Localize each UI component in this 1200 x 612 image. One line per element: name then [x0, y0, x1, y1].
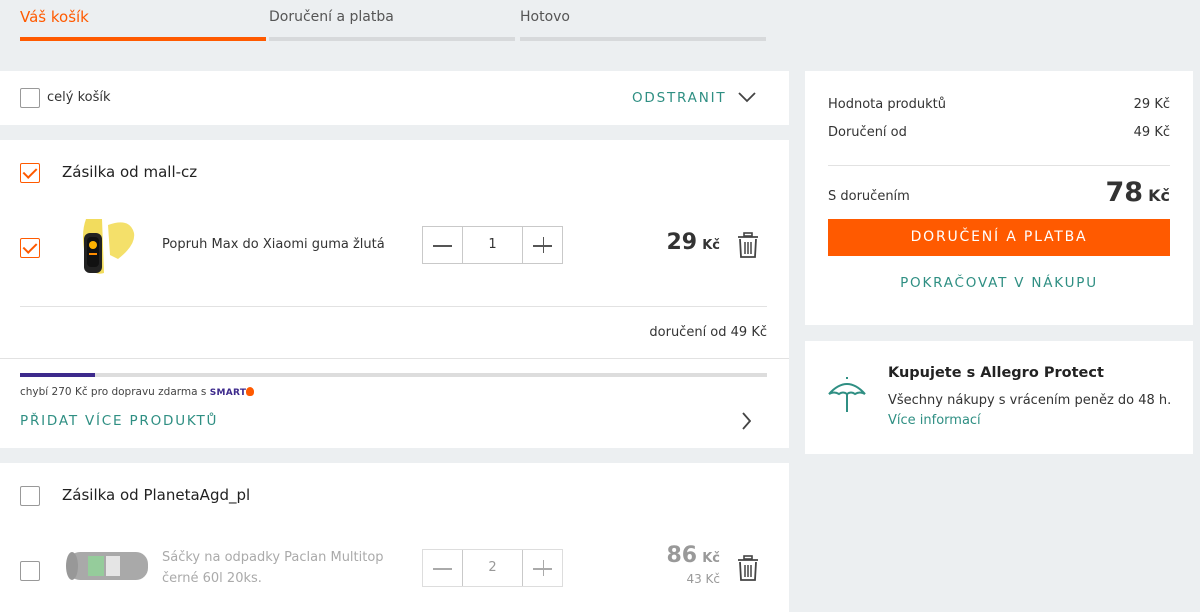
quantity-stepper: 2	[422, 549, 563, 587]
checkout-steps: Váš košík Doručení a platba Hotovo	[20, 0, 767, 41]
shipment-title: Zásilka od PlanetaAgd_pl	[62, 486, 251, 504]
quantity-value[interactable]: 2	[463, 550, 522, 586]
divider	[0, 358, 789, 359]
step-cart-bar	[20, 37, 266, 41]
checkout-button[interactable]: DORUČENÍ A PLATBA	[828, 219, 1170, 256]
item-checkbox[interactable]	[20, 238, 40, 258]
product-image-band[interactable]	[78, 215, 136, 279]
item-price: 86 Kč	[640, 543, 721, 568]
item-price-currency: Kč	[702, 551, 720, 566]
protect-title: Kupujete s Allegro Protect	[888, 365, 1104, 381]
item-price-value: 86	[666, 543, 698, 568]
continue-shopping-link[interactable]: POKRAČOVAT V NÁKUPU	[805, 275, 1193, 291]
total-price: 78 Kč	[1105, 177, 1170, 208]
remove-button[interactable]: ODSTRANIT	[632, 90, 726, 106]
allegro-protect-box: Kupujete s Allegro Protect Všechny nákup…	[805, 341, 1193, 454]
increase-quantity-button[interactable]	[522, 550, 562, 586]
divider	[20, 306, 767, 307]
umbrella-icon	[828, 377, 866, 412]
step-done-bar	[520, 37, 766, 41]
protect-text: Všechny nákupy s vrácením peněz do 48 h.	[888, 393, 1172, 408]
item-unit-price: 43 Kč	[686, 572, 720, 586]
shipment-planetaagd: Zásilka od PlanetaAgd_pl Sáčky na odpadk…	[0, 463, 789, 612]
shipment-checkbox[interactable]	[20, 163, 40, 183]
quantity-value[interactable]: 1	[463, 227, 522, 263]
chevron-right-icon[interactable]	[741, 412, 751, 430]
total-label: S doručením	[828, 189, 910, 204]
trash-icon[interactable]	[737, 555, 759, 581]
item-name-line1[interactable]: Sáčky na odpadky Paclan Multitop	[162, 550, 384, 565]
step-cart[interactable]: Váš košík	[20, 0, 266, 41]
item-name[interactable]: Popruh Max do Xiaomi guma žlutá	[162, 237, 385, 252]
trash-icon[interactable]	[737, 232, 759, 258]
item-price-value: 29	[666, 230, 698, 255]
increase-quantity-button[interactable]	[522, 227, 562, 263]
delivery-price: doručení od 49 Kč	[649, 325, 767, 340]
smart-logo-icon	[246, 387, 255, 396]
cart-toolbar: celý košík ODSTRANIT	[0, 71, 789, 125]
shipment-title: Zásilka od mall-cz	[62, 163, 198, 181]
more-info-link[interactable]: Více informací	[888, 413, 981, 428]
step-delivery-label: Doručení a platba	[269, 9, 394, 25]
shipment-checkbox[interactable]	[20, 486, 40, 506]
item-price-currency: Kč	[702, 238, 720, 253]
step-delivery[interactable]: Doručení a platba	[269, 0, 515, 41]
add-more-products-link[interactable]: PŘIDAT VÍCE PRODUKTŮ	[20, 413, 218, 429]
select-all-label: celý košík	[47, 90, 111, 105]
delivery-from-value: 49 Kč	[1133, 125, 1170, 140]
step-delivery-bar	[269, 37, 515, 41]
step-cart-label: Váš košík	[20, 8, 89, 26]
item-price: 29 Kč	[640, 230, 721, 255]
chevron-down-icon[interactable]	[738, 91, 756, 103]
shipment-mall-cz: Zásilka od mall-cz Popruh Max do Xiaomi …	[0, 140, 789, 448]
free-shipping-progress-track	[20, 373, 767, 377]
free-shipping-progress-fill	[20, 373, 95, 377]
order-summary: Hodnota produktů 29 Kč Doručení od 49 Kč…	[805, 71, 1193, 325]
decrease-quantity-button[interactable]	[423, 227, 463, 263]
total-price-value: 78	[1105, 177, 1144, 208]
free-shipping-note: chybí 270 Kč pro dopravu zdarma s SMART	[20, 386, 255, 398]
step-done: Hotovo	[520, 0, 766, 41]
step-done-label: Hotovo	[520, 9, 570, 25]
smart-logo: SMART	[209, 388, 247, 398]
total-price-currency: Kč	[1148, 186, 1170, 205]
divider	[828, 165, 1170, 166]
select-all-checkbox[interactable]	[20, 88, 40, 108]
quantity-stepper: 1	[422, 226, 563, 264]
delivery-from-label: Doručení od	[828, 125, 907, 140]
item-name-line2[interactable]: černé 60l 20ks.	[162, 571, 262, 586]
decrease-quantity-button[interactable]	[423, 550, 463, 586]
free-shipping-note-text: chybí 270 Kč pro dopravu zdarma s	[20, 386, 207, 398]
products-value: 29 Kč	[1133, 97, 1170, 112]
products-value-label: Hodnota produktů	[828, 97, 946, 112]
product-image-bags[interactable]	[62, 548, 154, 584]
item-checkbox[interactable]	[20, 561, 40, 581]
